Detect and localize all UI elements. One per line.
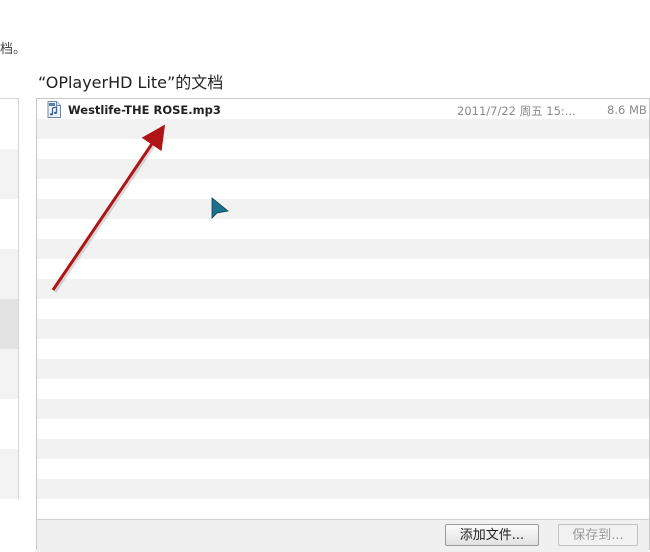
list-row	[37, 379, 649, 399]
list-row	[37, 399, 649, 419]
app-list-item[interactable]	[0, 149, 18, 199]
list-row	[37, 439, 649, 459]
list-row	[37, 319, 649, 339]
truncated-description-text: 档。	[0, 42, 27, 57]
app-list-item[interactable]	[0, 249, 18, 299]
list-row	[37, 339, 649, 359]
list-row	[37, 139, 649, 159]
list-row	[37, 359, 649, 379]
app-list-item[interactable]	[0, 349, 18, 399]
list-row	[37, 279, 649, 299]
file-date: 2011/7/22 周五 15:...	[457, 104, 576, 118]
file-size: 8.6 MB	[607, 103, 647, 117]
file-row[interactable]: Westlife-THE ROSE.mp3 2011/7/22 周五 15:..…	[37, 99, 649, 119]
file-name: Westlife-THE ROSE.mp3	[68, 103, 221, 117]
list-row	[37, 199, 649, 219]
list-row	[37, 119, 649, 139]
app-list-item-selected[interactable]	[0, 299, 18, 349]
list-row	[37, 299, 649, 319]
add-file-button[interactable]: 添加文件...	[445, 524, 539, 546]
audio-file-icon	[47, 101, 61, 118]
list-row	[37, 459, 649, 479]
list-row	[37, 259, 649, 279]
list-row	[37, 159, 649, 179]
documents-section-title: “OPlayerHD Lite”的文档	[38, 73, 224, 92]
documents-action-bar: 添加文件... 保存到...	[37, 519, 649, 552]
list-row	[37, 419, 649, 439]
list-row	[37, 219, 649, 239]
save-to-button[interactable]: 保存到...	[558, 524, 638, 546]
app-list-item[interactable]	[0, 449, 18, 499]
documents-list-rows	[37, 99, 649, 519]
list-row	[37, 479, 649, 499]
documents-list-panel: Westlife-THE ROSE.mp3 2011/7/22 周五 15:..…	[36, 98, 650, 552]
app-list-panel	[0, 98, 19, 499]
list-row	[37, 179, 649, 199]
list-row	[37, 239, 649, 259]
list-row	[37, 499, 649, 519]
